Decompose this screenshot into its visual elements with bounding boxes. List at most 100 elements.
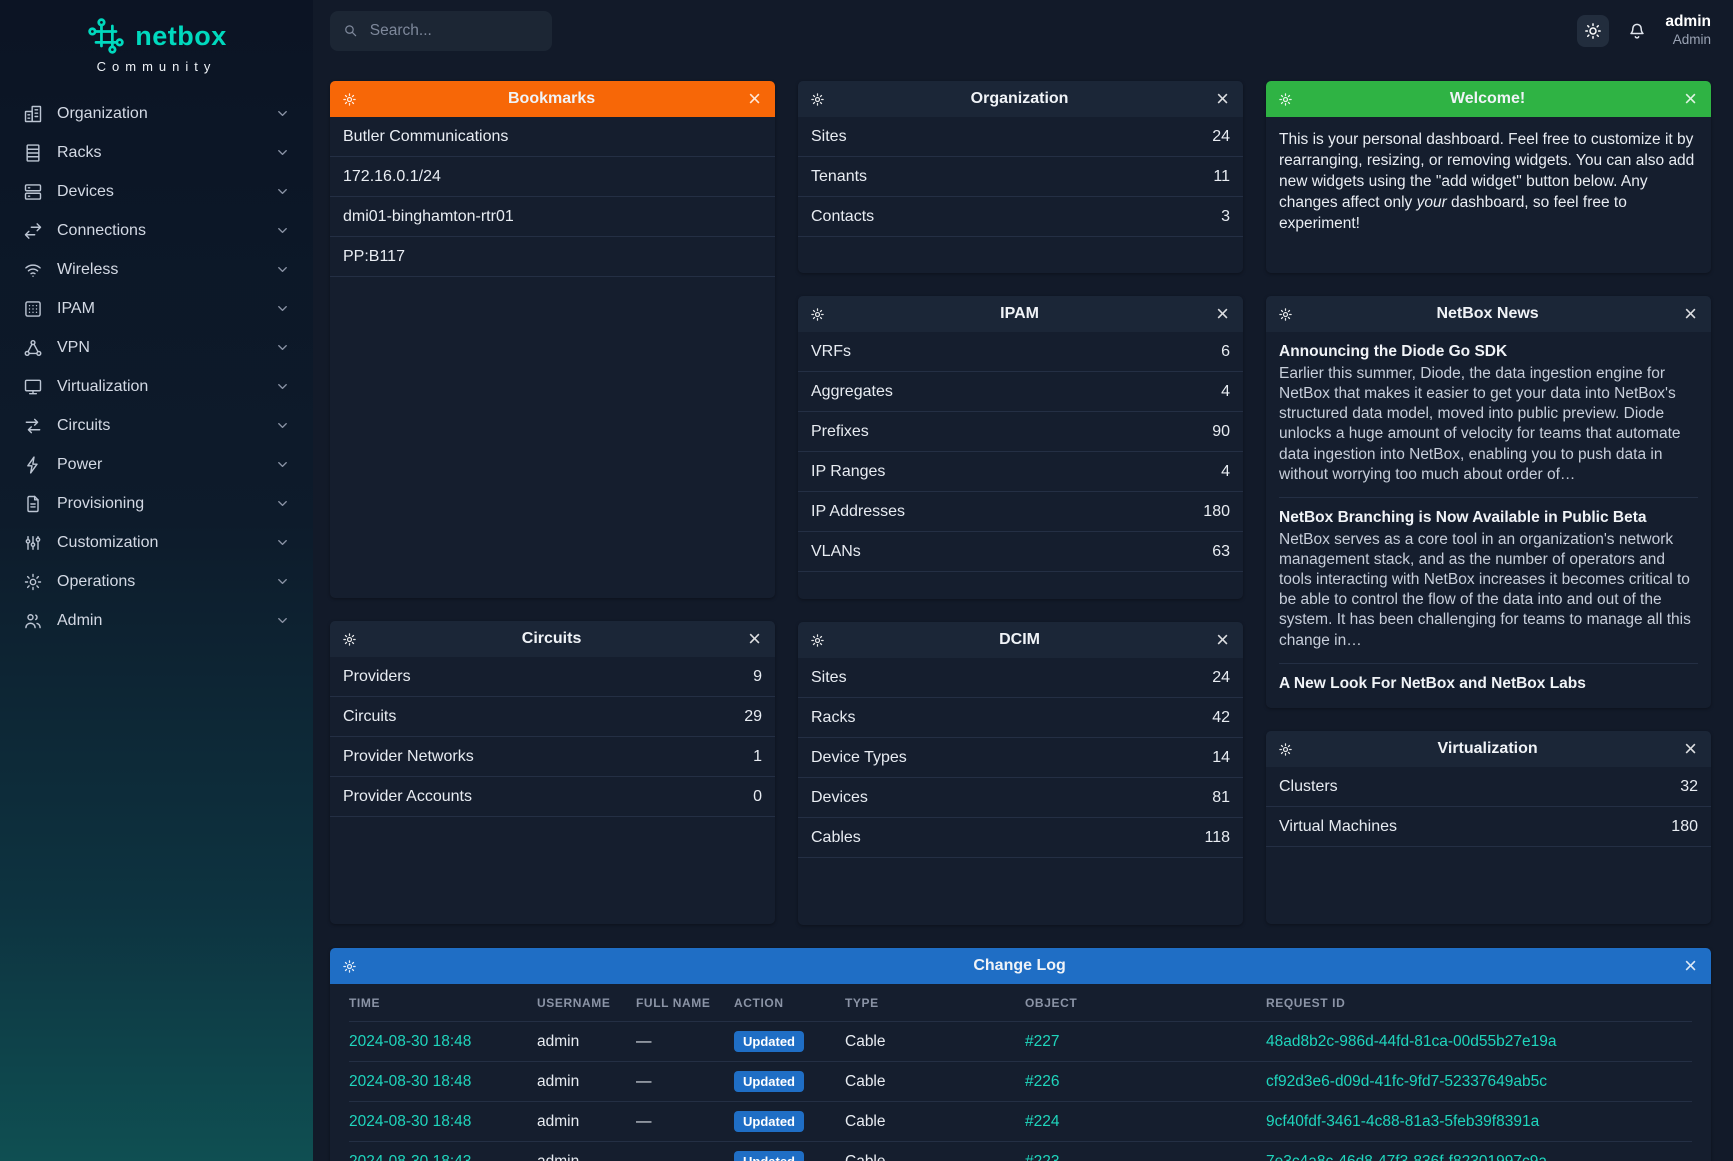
sidebar-item-vpn[interactable]: VPN bbox=[10, 328, 303, 367]
widget-grid: Bookmarks × Butler Communications 172.16… bbox=[330, 81, 1713, 925]
widget-config-button[interactable] bbox=[342, 92, 357, 107]
ip-grid-icon bbox=[23, 299, 43, 319]
widget-config-button[interactable] bbox=[342, 632, 357, 647]
notifications-button[interactable] bbox=[1627, 21, 1647, 41]
sidebar-item-operations[interactable]: Operations bbox=[10, 562, 303, 601]
sidebar-item-organization[interactable]: Organization bbox=[10, 94, 303, 133]
widget-config-button[interactable] bbox=[810, 633, 825, 648]
bookmark-link[interactable]: 172.16.0.1/24 bbox=[330, 157, 775, 197]
stat-row[interactable]: IP Addresses180 bbox=[798, 492, 1243, 532]
changelog-action: Updated bbox=[734, 1151, 845, 1161]
bookmark-link[interactable]: dmi01-binghamton-rtr01 bbox=[330, 197, 775, 237]
sidebar-item-devices[interactable]: Devices bbox=[10, 172, 303, 211]
global-search[interactable] bbox=[330, 11, 552, 51]
theme-toggle-button[interactable] bbox=[1577, 15, 1609, 47]
search-input[interactable] bbox=[368, 21, 539, 41]
stat-row[interactable]: Cables118 bbox=[798, 818, 1243, 858]
changelog-object-link[interactable]: #227 bbox=[1025, 1033, 1266, 1051]
changelog-time-link[interactable]: 2024-08-30 18:48 bbox=[349, 1033, 537, 1051]
sidebar-item-customization[interactable]: Customization bbox=[10, 523, 303, 562]
changelog-time-link[interactable]: 2024-08-30 18:43 bbox=[349, 1153, 537, 1161]
stat-value: 32 bbox=[1680, 778, 1698, 796]
news-article-title[interactable]: NetBox Branching is Now Available in Pub… bbox=[1279, 509, 1698, 527]
sidebar-item-power[interactable]: Power bbox=[10, 445, 303, 484]
news-article-title[interactable]: Announcing the Diode Go SDK bbox=[1279, 343, 1698, 361]
stat-row[interactable]: Racks42 bbox=[798, 698, 1243, 738]
widget-close-button[interactable]: × bbox=[1214, 629, 1231, 651]
widget-close-button[interactable]: × bbox=[746, 88, 763, 110]
chevron-down-icon bbox=[275, 613, 290, 628]
stat-row[interactable]: Virtual Machines180 bbox=[1266, 807, 1711, 847]
stat-row[interactable]: Aggregates4 bbox=[798, 372, 1243, 412]
bookmark-link[interactable]: PP:B117 bbox=[330, 237, 775, 277]
stat-row[interactable]: VRFs6 bbox=[798, 332, 1243, 372]
stat-row[interactable]: Devices81 bbox=[798, 778, 1243, 818]
stat-value: 24 bbox=[1212, 128, 1230, 146]
widget-config-button[interactable] bbox=[1278, 92, 1293, 107]
sidebar-item-label: Virtualization bbox=[57, 378, 261, 396]
sidebar-item-admin[interactable]: Admin bbox=[10, 601, 303, 640]
changelog-request-link[interactable]: 7e3c4a8c-46d8-47f3-836f-f82301997c9a bbox=[1266, 1153, 1692, 1161]
widget-close-button[interactable]: × bbox=[1682, 738, 1699, 760]
stat-value: 180 bbox=[1671, 818, 1698, 836]
widget-close-button[interactable]: × bbox=[1214, 88, 1231, 110]
sidebar-item-circuits[interactable]: Circuits bbox=[10, 406, 303, 445]
widget-organization: Organization × Sites24 Tenants11 Contact… bbox=[798, 81, 1243, 273]
users-icon bbox=[23, 611, 43, 631]
stat-row[interactable]: Circuits29 bbox=[330, 697, 775, 737]
sidebar-item-connections[interactable]: Connections bbox=[10, 211, 303, 250]
widget-welcome: Welcome! × This is your personal dashboa… bbox=[1266, 81, 1711, 273]
stat-row[interactable]: Providers9 bbox=[330, 657, 775, 697]
widget-close-button[interactable]: × bbox=[1682, 955, 1699, 977]
stat-row[interactable]: Tenants11 bbox=[798, 157, 1243, 197]
stat-label: Circuits bbox=[343, 708, 396, 726]
stat-row[interactable]: Provider Networks1 bbox=[330, 737, 775, 777]
changelog-request-link[interactable]: cf92d3e6-d09d-41fc-9fd7-52337649ab5c bbox=[1266, 1073, 1692, 1091]
search-icon bbox=[343, 22, 358, 39]
stat-row[interactable]: Device Types14 bbox=[798, 738, 1243, 778]
changelog-time-link[interactable]: 2024-08-30 18:48 bbox=[349, 1073, 537, 1091]
widget-header: Circuits × bbox=[330, 621, 775, 657]
widget-config-button[interactable] bbox=[342, 959, 357, 974]
changelog-request-link[interactable]: 9cf40fdf-3461-4c88-81a3-5feb39f8391a bbox=[1266, 1113, 1692, 1131]
widget-config-button[interactable] bbox=[1278, 742, 1293, 757]
sidebar-item-wireless[interactable]: Wireless bbox=[10, 250, 303, 289]
widget-ipam: IPAM × VRFs6 Aggregates4 Prefixes90 IP R… bbox=[798, 296, 1243, 599]
widget-close-button[interactable]: × bbox=[1214, 303, 1231, 325]
column-header: REQUEST ID bbox=[1266, 996, 1692, 1010]
stat-row[interactable]: VLANs63 bbox=[798, 532, 1243, 572]
bookmark-link[interactable]: Butler Communications bbox=[330, 117, 775, 157]
widget-config-button[interactable] bbox=[1278, 307, 1293, 322]
stat-label: Contacts bbox=[811, 208, 874, 226]
sidebar-item-racks[interactable]: Racks bbox=[10, 133, 303, 172]
user-menu[interactable]: admin Admin bbox=[1665, 13, 1711, 48]
sidebar-item-ipam[interactable]: IPAM bbox=[10, 289, 303, 328]
changelog-object-link[interactable]: #224 bbox=[1025, 1113, 1266, 1131]
stat-row[interactable]: Provider Accounts0 bbox=[330, 777, 775, 817]
brand[interactable]: netbox Community bbox=[0, 16, 313, 74]
stat-row[interactable]: Clusters32 bbox=[1266, 767, 1711, 807]
sidebar-item-provisioning[interactable]: Provisioning bbox=[10, 484, 303, 523]
widget-config-button[interactable] bbox=[810, 307, 825, 322]
widget-column-2: Organization × Sites24 Tenants11 Contact… bbox=[798, 81, 1243, 925]
stat-row[interactable]: Contacts3 bbox=[798, 197, 1243, 237]
widget-close-button[interactable]: × bbox=[1682, 88, 1699, 110]
widget-config-button[interactable] bbox=[810, 92, 825, 107]
sidebar-item-label: Customization bbox=[57, 534, 261, 552]
widget-close-button[interactable]: × bbox=[746, 628, 763, 650]
widget-close-button[interactable]: × bbox=[1682, 303, 1699, 325]
stat-row[interactable]: IP Ranges4 bbox=[798, 452, 1243, 492]
changelog-object-link[interactable]: #226 bbox=[1025, 1073, 1266, 1091]
sidebar-item-label: VPN bbox=[57, 339, 261, 357]
sidebar-item-virtualization[interactable]: Virtualization bbox=[10, 367, 303, 406]
stat-row[interactable]: Sites24 bbox=[798, 117, 1243, 157]
stat-row[interactable]: Prefixes90 bbox=[798, 412, 1243, 452]
news-article-title[interactable]: A New Look For NetBox and NetBox Labs bbox=[1279, 675, 1698, 693]
changelog-object-link[interactable]: #223 bbox=[1025, 1153, 1266, 1161]
changelog-request-link[interactable]: 48ad8b2c-986d-44fd-81ca-00d55b27e19a bbox=[1266, 1033, 1692, 1051]
stat-row[interactable]: Sites24 bbox=[798, 658, 1243, 698]
changelog-time-link[interactable]: 2024-08-30 18:48 bbox=[349, 1113, 537, 1131]
connections-icon bbox=[23, 221, 43, 241]
status-badge: Updated bbox=[734, 1031, 804, 1052]
changelog-action: Updated bbox=[734, 1031, 845, 1052]
